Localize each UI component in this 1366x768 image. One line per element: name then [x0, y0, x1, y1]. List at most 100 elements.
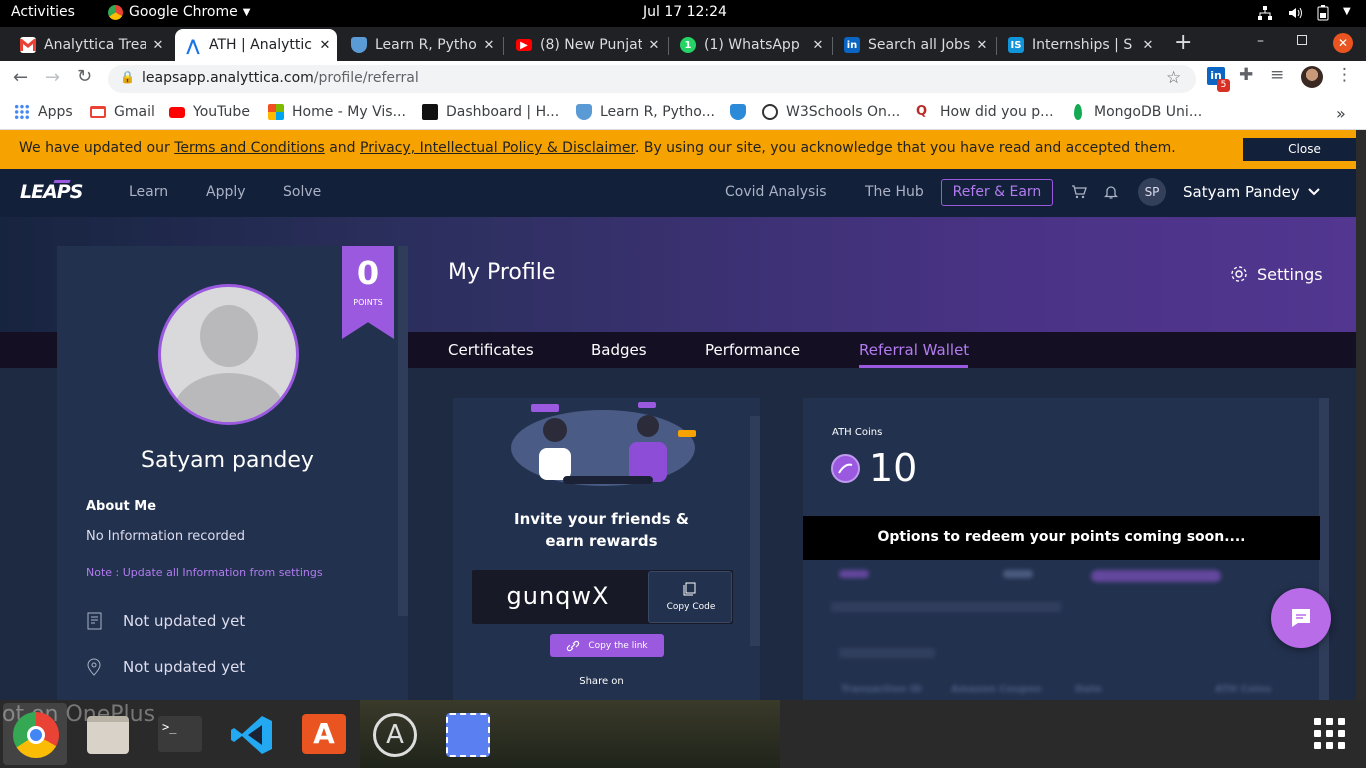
tab-certificates[interactable]: Certificates [448, 341, 534, 359]
url-host: leapsapp.analyttica.com [142, 70, 314, 86]
close-icon[interactable]: ✕ [806, 38, 830, 53]
tab-active[interactable]: ⋀ ATH | Analyttic ✕ [175, 29, 337, 61]
chat-button[interactable] [1271, 588, 1331, 648]
tab[interactable]: 1 (1) WhatsApp ✕ [670, 29, 830, 61]
clock[interactable]: Jul 17 12:24 [643, 4, 727, 20]
avatar[interactable] [158, 284, 299, 425]
points-ribbon: 0 POINTS [342, 246, 394, 339]
bookmark-learn-r[interactable]: Learn R, Pytho... [576, 104, 715, 120]
tab[interactable]: in Search all Jobs ✕ [834, 29, 994, 61]
user-avatar[interactable]: SP [1138, 178, 1166, 206]
bookmark-dashboard[interactable]: Dashboard | H... [422, 104, 559, 120]
app-menu[interactable]: Google Chrome ▼ [108, 4, 250, 20]
window-close-button[interactable]: ✕ [1333, 33, 1353, 53]
media-control-icon[interactable]: ≡ [1270, 65, 1284, 85]
bookmark-quora[interactable]: Q How did you p... [916, 104, 1054, 120]
lock-icon: 🔒 [120, 70, 135, 84]
forward-button[interactable]: → [45, 67, 60, 88]
tab-referral-wallet[interactable]: Referral Wallet [859, 341, 969, 359]
close-icon[interactable]: ✕ [642, 38, 666, 53]
location-pin-icon [87, 658, 101, 676]
site-navbar: LEAPS Learn Apply Solve Covid Analysis T… [0, 169, 1356, 217]
tab-performance[interactable]: Performance [705, 341, 800, 359]
refer-earn-button[interactable]: Refer & Earn [941, 179, 1053, 206]
tab[interactable]: Learn R, Pytho ✕ [341, 29, 501, 61]
close-icon[interactable]: ✕ [477, 38, 501, 53]
nav-covid-analysis[interactable]: Covid Analysis [725, 184, 827, 200]
bookmark-home-my-visual[interactable]: Home - My Vis... [268, 104, 406, 120]
coins-value: 10 [869, 446, 918, 490]
page-scrollbar[interactable] [1356, 130, 1366, 700]
shield-icon [351, 37, 367, 53]
copy-link-button[interactable]: Copy the link [550, 634, 664, 657]
nav-learn[interactable]: Learn [129, 184, 168, 200]
software-store-icon[interactable]: A [302, 714, 346, 754]
files-icon[interactable] [87, 716, 129, 754]
bookmark-apps[interactable]: Apps [14, 104, 73, 120]
chevron-down-icon[interactable] [1308, 187, 1320, 197]
mongodb-leaf-icon [1074, 104, 1082, 120]
status-area[interactable]: ▼ [1257, 5, 1351, 21]
tab[interactable]: ▶ (8) New Punjat ✕ [506, 29, 666, 61]
copy-code-button[interactable]: Copy Code [648, 571, 732, 623]
ath-coin-icon [831, 454, 860, 483]
terms-link[interactable]: Terms and Conditions [174, 140, 325, 156]
detail-education: Not updated yet [123, 612, 246, 630]
cart-icon[interactable] [1071, 184, 1087, 200]
close-notice-button[interactable]: Close [1243, 138, 1366, 161]
url-path: /profile/referral [313, 70, 419, 86]
nav-the-hub[interactable]: The Hub [865, 184, 924, 200]
back-button[interactable]: ← [13, 67, 28, 88]
close-icon[interactable]: ✕ [1136, 38, 1160, 53]
nav-apply[interactable]: Apply [206, 184, 246, 200]
copy-icon [683, 582, 696, 596]
star-icon[interactable]: ☆ [1166, 68, 1181, 88]
extensions-icon[interactable]: ✚ [1239, 65, 1253, 85]
show-apps-icon[interactable] [1313, 717, 1347, 751]
privacy-link[interactable]: Privacy, Intellectual Policy & Disclaime… [360, 140, 635, 156]
profile-card: 0 POINTS Satyam pandey About Me No Infor… [57, 246, 408, 700]
points-label: POINTS [353, 298, 383, 307]
card-scrollbar[interactable] [398, 246, 408, 616]
activities-button[interactable]: Activities [11, 4, 75, 20]
maximize-button[interactable] [1297, 35, 1307, 45]
referral-code[interactable]: gunqwX [472, 582, 644, 610]
bookmark-mongodb[interactable]: MongoDB Uni... [1070, 104, 1202, 120]
wallet-card-scrollbar[interactable] [1319, 398, 1329, 700]
address-bar[interactable]: 🔒 leapsapp.analyttica.com/profile/referr… [108, 65, 1196, 93]
referral-code-box: gunqwX Copy Code [472, 570, 733, 624]
vscode-icon[interactable] [230, 714, 274, 756]
nav-solve[interactable]: Solve [283, 184, 321, 200]
app-updater-icon[interactable]: A [373, 713, 417, 757]
invite-card-scrollbar[interactable] [750, 416, 760, 646]
globe-icon [762, 104, 778, 120]
screenshot-icon[interactable] [446, 713, 490, 757]
tab-badges[interactable]: Badges [591, 341, 647, 359]
chrome-icon[interactable] [13, 712, 59, 758]
bookmark-gmail[interactable]: Gmail [90, 104, 155, 120]
reload-button[interactable]: ↻ [77, 66, 92, 87]
close-icon[interactable]: ✕ [146, 38, 170, 53]
bell-icon[interactable] [1104, 184, 1118, 200]
minimize-button[interactable]: – [1257, 33, 1264, 49]
invite-card: Invite your friends & earn rewards gunqwX… [453, 398, 760, 700]
terminal-icon[interactable]: >_ [158, 716, 202, 752]
close-icon[interactable]: ✕ [970, 38, 994, 53]
bookmark-w3schools[interactable]: W3Schools On... [762, 104, 900, 120]
kebab-menu-icon[interactable]: ⋮ [1336, 65, 1353, 85]
tab[interactable]: IS Internships | S ✕ [998, 29, 1160, 61]
settings-note: Note : Update all Information from setti… [86, 566, 323, 579]
new-tab-button[interactable]: + [1174, 30, 1192, 55]
profile-avatar[interactable] [1301, 66, 1323, 88]
user-name[interactable]: Satyam Pandey [1183, 183, 1300, 201]
page-title: My Profile [448, 260, 556, 285]
invite-friends-illustration [511, 402, 696, 486]
bookmark-youtube[interactable]: YouTube [169, 104, 250, 120]
leaps-logo[interactable]: LEAPS [20, 181, 83, 203]
bookmarks-overflow-icon[interactable]: » [1336, 104, 1346, 123]
bookmark-shield[interactable] [730, 104, 754, 120]
tab[interactable]: Analyttica Trea ✕ [10, 29, 170, 61]
close-icon[interactable]: ✕ [313, 38, 337, 53]
chevron-down-icon: ▼ [1343, 6, 1351, 17]
settings-button[interactable]: Settings [1229, 264, 1323, 284]
